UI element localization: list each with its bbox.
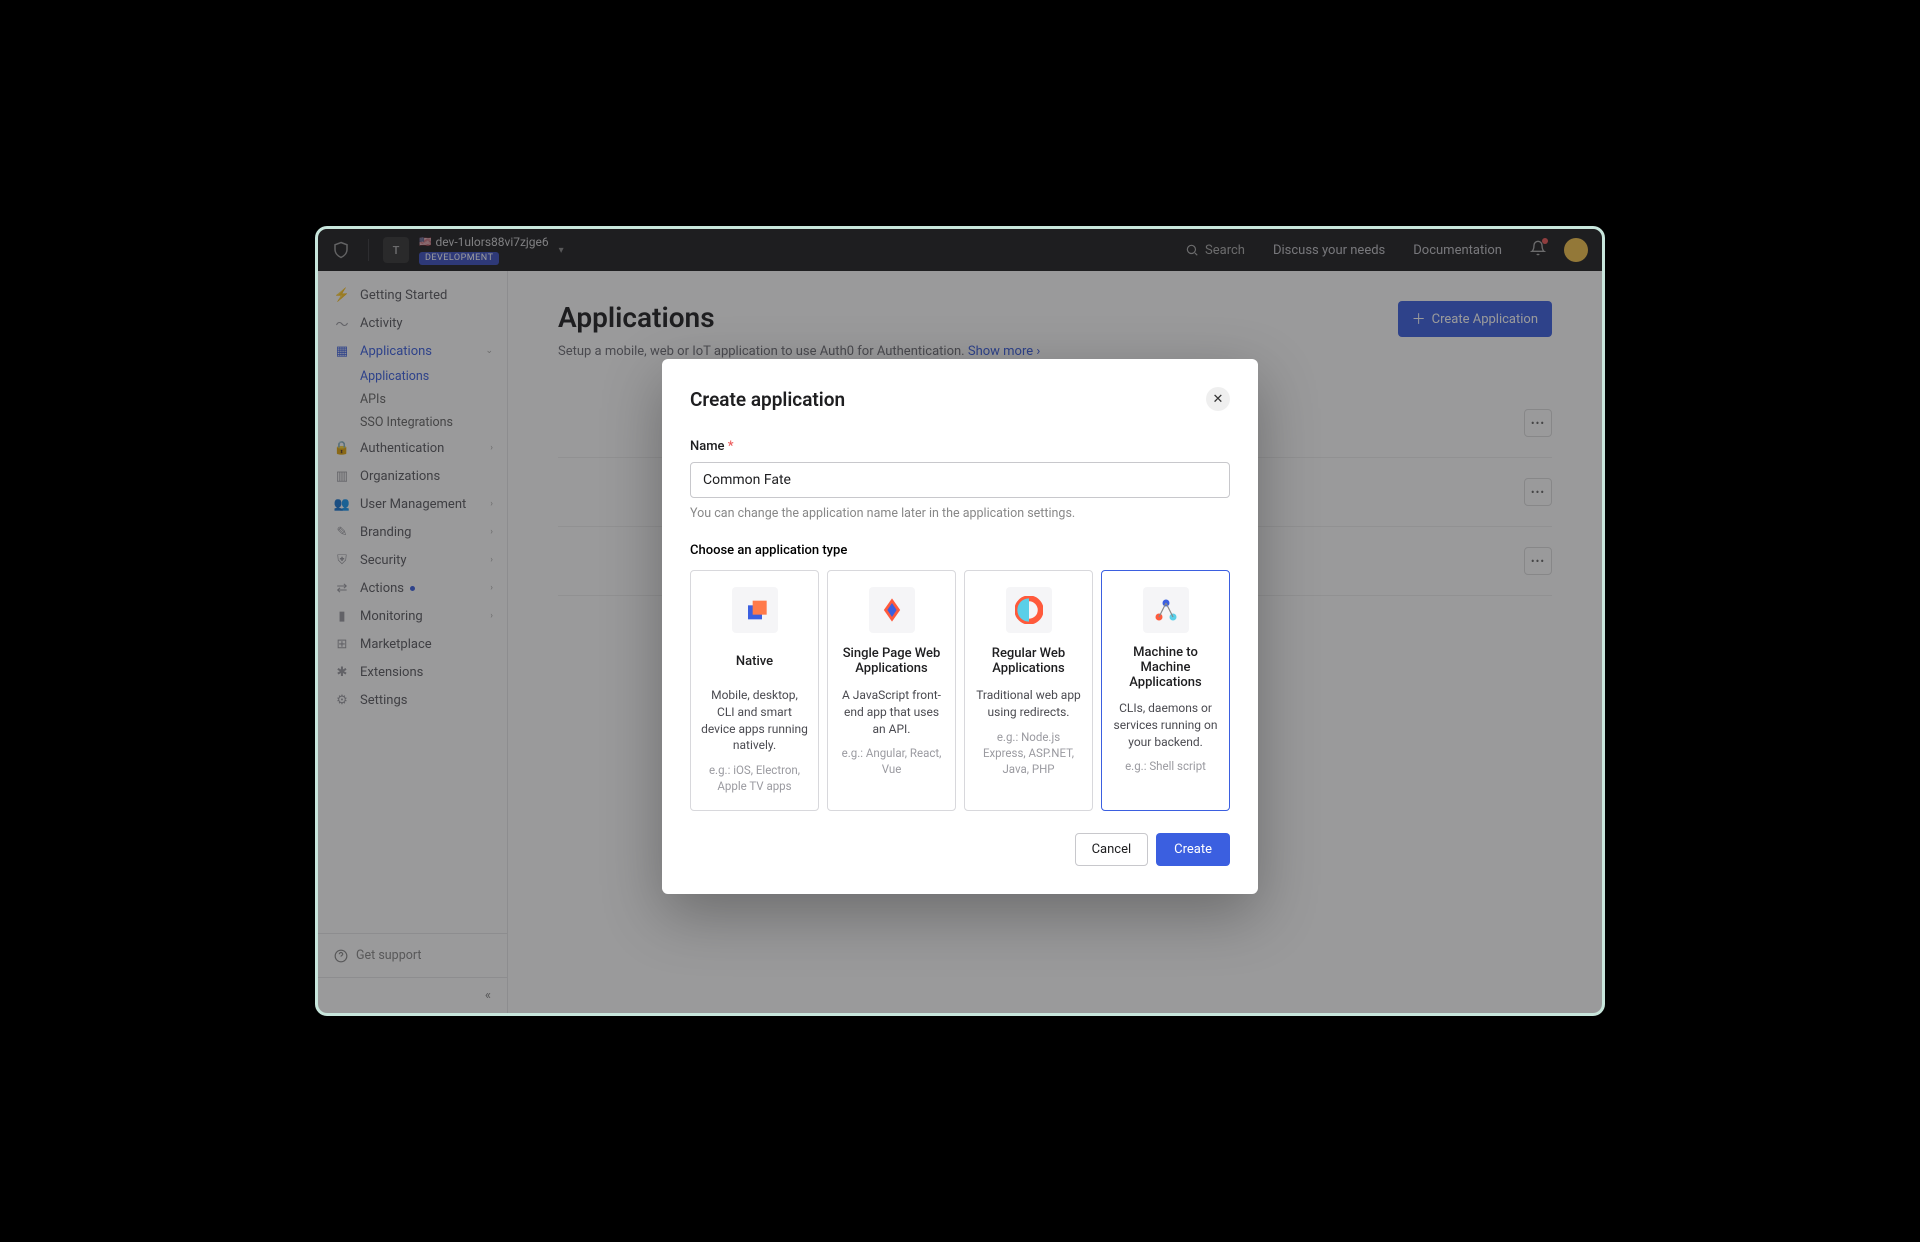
close-icon: ✕ <box>1213 392 1224 407</box>
name-input[interactable] <box>690 462 1230 498</box>
type-eg: e.g.: iOS, Electron, Apple TV apps <box>701 762 808 794</box>
type-label: Choose an application type <box>690 543 1230 558</box>
type-card-regular[interactable]: Regular Web Applications Traditional web… <box>964 570 1093 811</box>
type-card-native[interactable]: Native Mobile, desktop, CLI and smart de… <box>690 570 819 811</box>
type-desc: Traditional web app using redirects. <box>975 687 1082 721</box>
native-icon <box>732 587 778 633</box>
type-card-spa[interactable]: Single Page Web Applications A JavaScrip… <box>827 570 956 811</box>
type-eg: e.g.: Shell script <box>1125 758 1206 774</box>
type-desc: Mobile, desktop, CLI and smart device ap… <box>701 687 808 754</box>
create-button[interactable]: Create <box>1156 833 1230 866</box>
type-title: Native <box>736 645 773 677</box>
name-label: Name * <box>690 439 1230 454</box>
spa-icon <box>869 587 915 633</box>
name-helper: You can change the application name late… <box>690 506 1230 521</box>
m2m-icon <box>1143 587 1189 633</box>
type-card-m2m[interactable]: Machine to Machine Applications CLIs, da… <box>1101 570 1230 811</box>
modal-title: Create application <box>690 388 845 411</box>
type-desc: CLIs, daemons or services running on you… <box>1112 700 1219 750</box>
regular-icon <box>1006 587 1052 633</box>
cancel-button[interactable]: Cancel <box>1075 833 1149 866</box>
type-title: Machine to Machine Applications <box>1112 645 1219 690</box>
type-desc: A JavaScript front-end app that uses an … <box>838 687 945 737</box>
type-eg: e.g.: Node.js Express, ASP.NET, Java, PH… <box>975 729 1082 777</box>
type-title: Single Page Web Applications <box>838 645 945 677</box>
create-application-modal: Create application ✕ Name * You can chan… <box>662 359 1258 894</box>
modal-overlay[interactable]: Create application ✕ Name * You can chan… <box>318 229 1602 1013</box>
type-title: Regular Web Applications <box>975 645 1082 677</box>
close-button[interactable]: ✕ <box>1206 387 1230 411</box>
type-eg: e.g.: Angular, React, Vue <box>838 745 945 777</box>
